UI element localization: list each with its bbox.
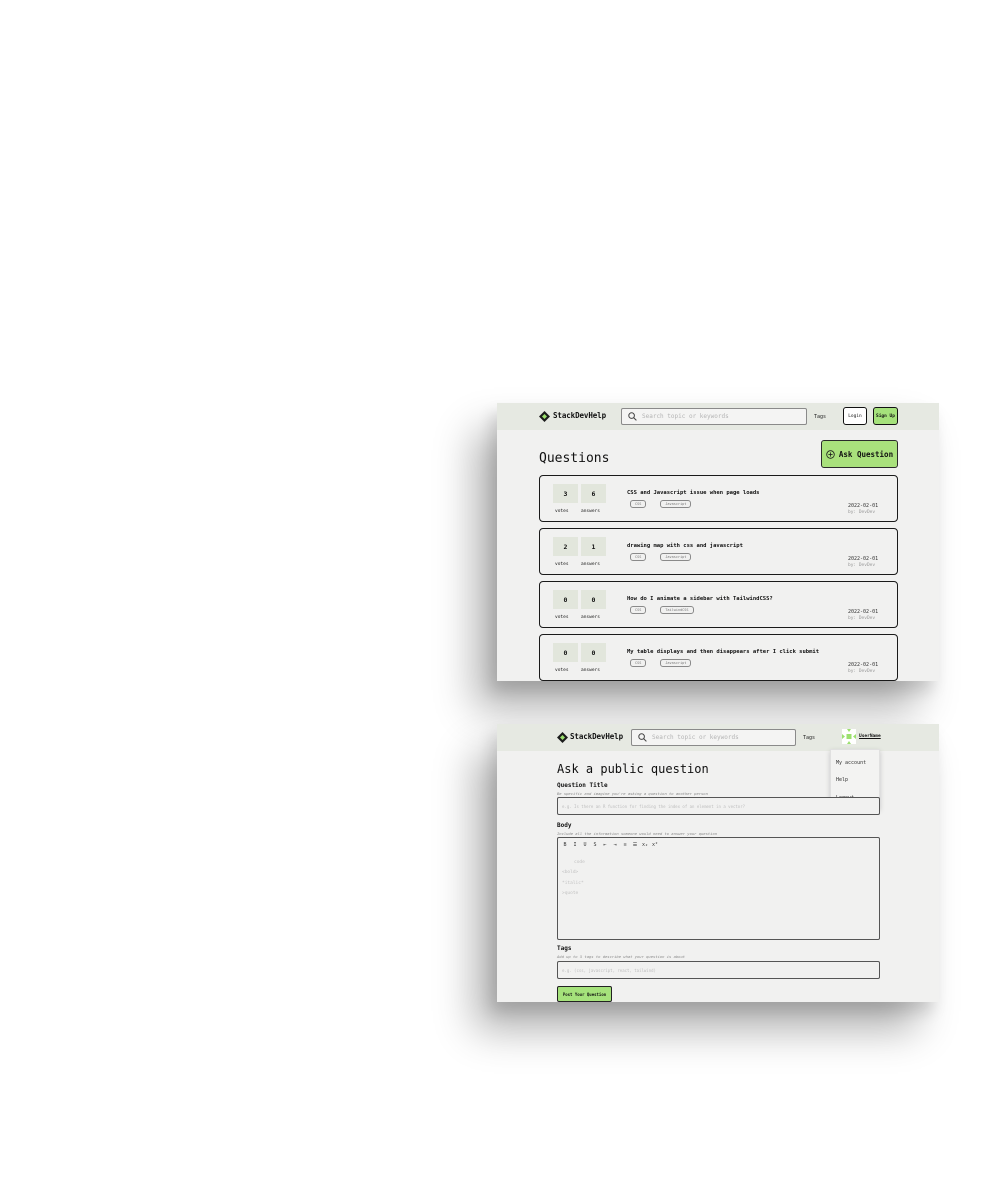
editor-line: *italic* <box>562 881 584 886</box>
logo-icon <box>557 732 568 743</box>
answers-label: answers <box>581 615 600 620</box>
brand-name[interactable]: StackDevHelp <box>553 411 606 420</box>
question-card[interactable]: 0 0 votes answers My table displays and … <box>539 634 898 681</box>
answer-count: 6 <box>581 484 606 503</box>
logo-icon <box>539 411 550 422</box>
question-list: 3 6 votes answers CSS and Javascript iss… <box>539 475 898 681</box>
question-date: 2022-02-01 <box>848 609 879 615</box>
votes-label: votes <box>555 668 569 673</box>
plus-circle-icon <box>826 449 835 459</box>
tag-chip[interactable]: CSS <box>630 500 647 508</box>
body-editor[interactable]: B I U S ⇤ ⇥ ≡ ☰ x₂ x² code <bold> *itali… <box>557 837 880 940</box>
tag-chip[interactable]: CSS <box>630 553 647 561</box>
question-author: by: DevDev <box>848 669 876 674</box>
question-author: by: DevDev <box>848 563 876 568</box>
avatar[interactable] <box>842 729 856 744</box>
ask-question-button[interactable]: Ask Question <box>821 440 898 468</box>
votes-label: votes <box>555 509 569 514</box>
unordered-list-button[interactable]: ☰ <box>632 842 638 848</box>
vote-count: 3 <box>553 484 578 503</box>
tag-chip[interactable]: CSS <box>630 659 647 667</box>
tags-input[interactable] <box>557 961 880 979</box>
search-input[interactable] <box>642 411 792 422</box>
question-tags: CSS Javascript <box>630 659 692 667</box>
question-tags: CSS Javascript <box>630 553 692 561</box>
body-label: Body <box>557 822 572 829</box>
vote-count: 0 <box>553 643 578 662</box>
tag-chip[interactable]: Javascript <box>660 659 692 667</box>
ask-question-screenshot: StackDevHelp Tags UserName My account He… <box>497 724 939 1002</box>
search-icon <box>628 412 637 421</box>
menu-item-help[interactable]: Help <box>836 777 848 783</box>
tag-chip[interactable]: TailwindCSS <box>660 606 694 614</box>
menu-item-my-account[interactable]: My account <box>836 760 866 766</box>
answers-label: answers <box>581 509 600 514</box>
page-title: Ask a public question <box>557 762 709 776</box>
search-input[interactable] <box>652 732 802 743</box>
editor-toolbar: B I U S ⇤ ⇥ ≡ ☰ x₂ x² <box>562 842 658 848</box>
nav-tags-link[interactable]: Tags <box>803 735 815 741</box>
search-icon <box>638 733 647 742</box>
editor-line: >quote <box>562 891 579 896</box>
tags-label: Tags <box>557 945 572 952</box>
subscript-button[interactable]: x₂ <box>642 842 648 848</box>
votes-label: votes <box>555 615 569 620</box>
tag-chip[interactable]: Javascript <box>660 553 692 561</box>
top-nav: StackDevHelp Tags Login Sign Up <box>497 403 939 430</box>
indent-button[interactable]: ⇥ <box>612 842 618 848</box>
username-link[interactable]: UserName <box>859 734 881 739</box>
tag-chip[interactable]: Javascript <box>660 500 692 508</box>
question-tags: CSS TailwindCSS <box>630 606 694 614</box>
underline-button[interactable]: U <box>582 842 588 848</box>
ask-question-label: Ask Question <box>838 449 894 459</box>
answer-count: 0 <box>581 643 606 662</box>
strikethrough-button[interactable]: S <box>592 842 598 848</box>
body-hint: Include all the information someone woul… <box>557 831 718 836</box>
question-title[interactable]: My table displays and then disappears af… <box>627 649 819 655</box>
nav-tags-link[interactable]: Tags <box>814 414 826 420</box>
bold-button[interactable]: B <box>562 842 568 848</box>
question-title[interactable]: drawing map with css and javascript <box>627 543 743 549</box>
votes-label: votes <box>555 562 569 567</box>
top-nav: StackDevHelp Tags UserName <box>497 724 939 751</box>
question-date: 2022-02-01 <box>848 503 879 509</box>
vote-count: 0 <box>553 590 578 609</box>
ordered-list-button[interactable]: ≡ <box>622 842 628 848</box>
question-card[interactable]: 2 1 votes answers drawing map with css a… <box>539 528 898 575</box>
editor-line: code <box>574 860 585 865</box>
answers-label: answers <box>581 562 600 567</box>
question-card[interactable]: 0 0 votes answers How do I animate a sid… <box>539 581 898 628</box>
page-title: Questions <box>539 451 610 466</box>
question-title-label: Question Title <box>557 782 608 789</box>
question-card[interactable]: 3 6 votes answers CSS and Javascript iss… <box>539 475 898 522</box>
answer-count: 0 <box>581 590 606 609</box>
brand-name[interactable]: StackDevHelp <box>570 732 623 741</box>
question-title[interactable]: CSS and Javascript issue when page loads <box>627 490 759 496</box>
answer-count: 1 <box>581 537 606 556</box>
question-title[interactable]: How do I animate a sidebar with Tailwind… <box>627 596 773 602</box>
editor-line: <bold> <box>562 870 579 875</box>
italic-button[interactable]: I <box>572 842 578 848</box>
post-question-button[interactable]: Post Your Question <box>557 986 612 1002</box>
question-title-hint: Be specific and imagine you're asking a … <box>557 791 708 796</box>
question-date: 2022-02-01 <box>848 556 879 562</box>
login-button[interactable]: Login <box>843 407 867 425</box>
search-bar[interactable] <box>631 729 802 746</box>
question-title-input[interactable] <box>557 797 880 815</box>
answers-label: answers <box>581 668 600 673</box>
tags-hint: Add up to 5 tags to describe what your q… <box>557 954 686 959</box>
signup-button[interactable]: Sign Up <box>873 407 898 425</box>
question-date: 2022-02-01 <box>848 662 879 668</box>
questions-screenshot: StackDevHelp Tags Login Sign Up Question… <box>497 403 939 681</box>
search-bar[interactable] <box>621 408 807 425</box>
outdent-button[interactable]: ⇤ <box>602 842 608 848</box>
vote-count: 2 <box>553 537 578 556</box>
question-tags: CSS Javascript <box>630 500 692 508</box>
superscript-button[interactable]: x² <box>652 842 658 848</box>
question-author: by: DevDev <box>848 616 876 621</box>
tag-chip[interactable]: CSS <box>630 606 647 614</box>
question-author: by: DevDev <box>848 510 876 515</box>
